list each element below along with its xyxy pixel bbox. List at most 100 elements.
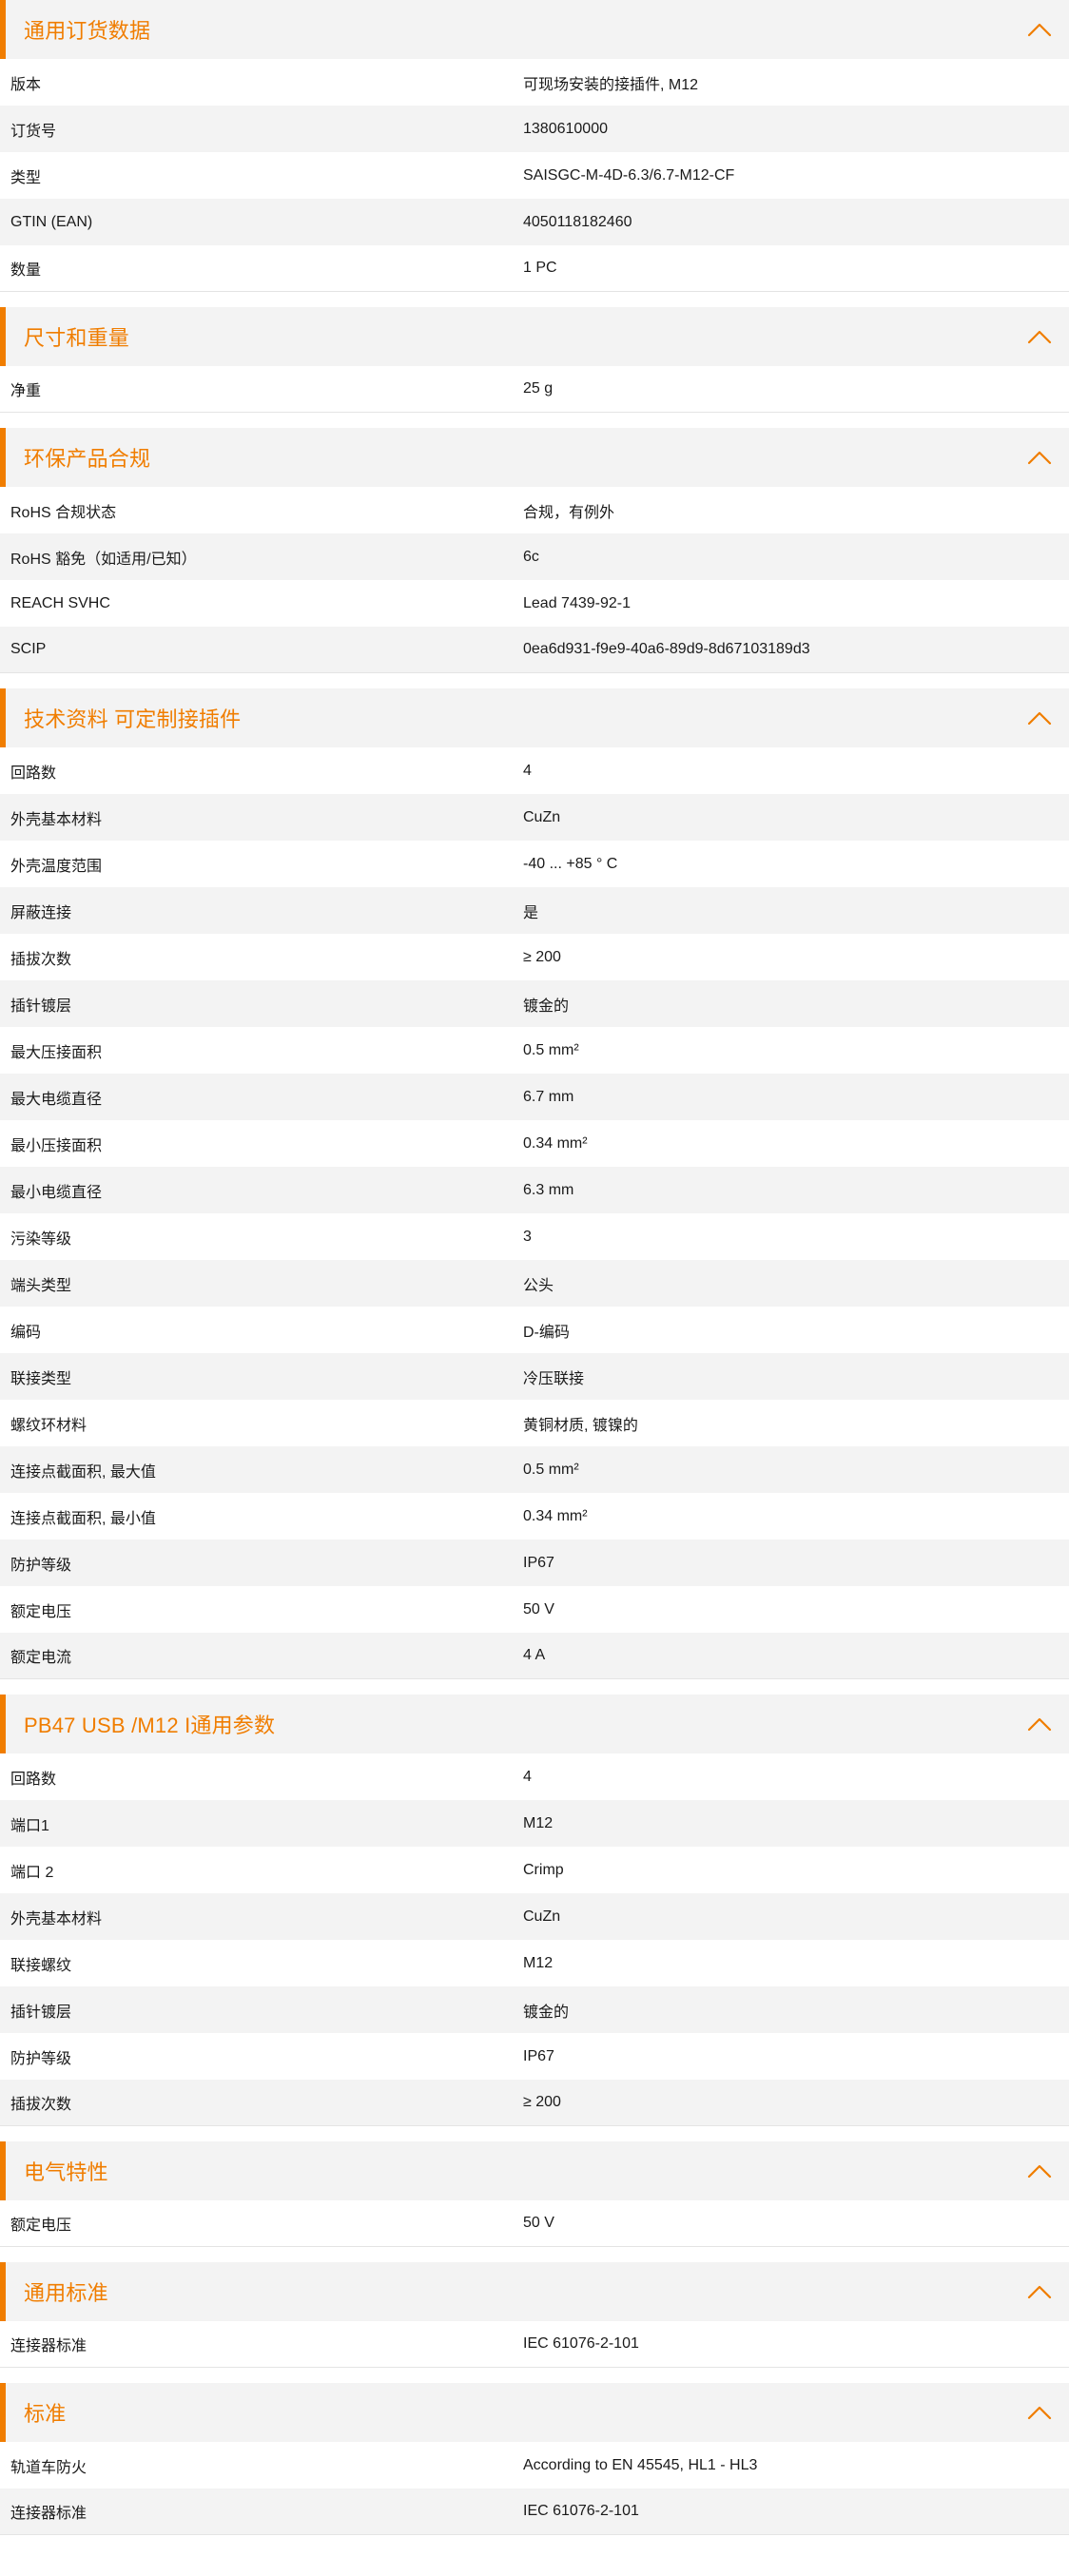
spec-row: 插拔次数 ≥ 200 bbox=[0, 2080, 1069, 2126]
spec-value: 冷压联接 bbox=[523, 1370, 585, 1387]
section-header[interactable]: 通用订货数据 bbox=[0, 0, 1069, 59]
spec-row: 外壳基本材料 CuZn bbox=[0, 794, 1069, 841]
spec-row: 联接螺纹 M12 bbox=[0, 1940, 1069, 1986]
spec-label: 版本 bbox=[10, 76, 42, 93]
spec-value: 公头 bbox=[523, 1277, 554, 1294]
spec-row: 额定电压 50 V bbox=[0, 2200, 1069, 2247]
spec-label: 屏蔽连接 bbox=[10, 904, 72, 921]
section-title: PB47 USB /M12 I通用参数 bbox=[24, 1714, 276, 1737]
chevron-up-icon[interactable] bbox=[1027, 2284, 1052, 2299]
spec-row: 轨道车防火 According to EN 45545, HL1 - HL3 bbox=[0, 2442, 1069, 2489]
spec-label: RoHS 合规状态 bbox=[10, 504, 117, 521]
section-title: 通用标准 bbox=[24, 2281, 108, 2305]
spec-section-5: 电气特性 额定电压 50 V bbox=[0, 2141, 1069, 2247]
spec-label: RoHS 豁免（如适用/已知） bbox=[10, 551, 197, 568]
section-header[interactable]: 尺寸和重量 bbox=[0, 307, 1069, 366]
section-header[interactable]: PB47 USB /M12 I通用参数 bbox=[0, 1695, 1069, 1753]
spec-row: 最大压接面积 0.5 mm² bbox=[0, 1027, 1069, 1074]
spec-label: 外壳温度范围 bbox=[10, 858, 103, 875]
section-body: 轨道车防火 According to EN 45545, HL1 - HL3 连… bbox=[0, 2442, 1069, 2535]
spec-row: 连接点截面积, 最大值 0.5 mm² bbox=[0, 1446, 1069, 1493]
spec-row: 编码 D-编码 bbox=[0, 1307, 1069, 1353]
section-header[interactable]: 环保产品合规 bbox=[0, 428, 1069, 487]
spec-label: 类型 bbox=[10, 169, 42, 186]
section-body: 版本 可现场安装的接插件, M12 订货号 1380610000 类型 SAIS… bbox=[0, 59, 1069, 292]
section-body: 净重 25 g bbox=[0, 366, 1069, 413]
chevron-up-icon[interactable] bbox=[1027, 710, 1052, 726]
chevron-up-icon[interactable] bbox=[1027, 22, 1052, 37]
spec-row: 类型 SAISGC-M-4D-6.3/6.7-M12-CF bbox=[0, 152, 1069, 199]
spec-section-7: 标准 轨道车防火 According to EN 45545, HL1 - HL… bbox=[0, 2383, 1069, 2535]
spec-row: 外壳温度范围 -40 ... +85 ° C bbox=[0, 841, 1069, 887]
spec-value: IEC 61076-2-101 bbox=[523, 2335, 639, 2352]
section-body: 额定电压 50 V bbox=[0, 2200, 1069, 2247]
spec-value: IP67 bbox=[523, 2047, 554, 2064]
spec-row: 额定电流 4 A bbox=[0, 1633, 1069, 1679]
spec-row: 回路数 4 bbox=[0, 747, 1069, 794]
spec-label: 轨道车防火 bbox=[10, 2459, 87, 2476]
spec-row: 订货号 1380610000 bbox=[0, 106, 1069, 152]
spec-value: 1380610000 bbox=[523, 120, 608, 137]
spec-row: 最小压接面积 0.34 mm² bbox=[0, 1120, 1069, 1167]
spec-value: 是 bbox=[523, 904, 539, 921]
spec-label: 额定电流 bbox=[10, 1650, 72, 1666]
spec-accordion: 通用订货数据 版本 可现场安装的接插件, M12 订货号 1380610000 … bbox=[0, 0, 1069, 2535]
spec-row: 净重 25 g bbox=[0, 366, 1069, 413]
spec-value: Crimp bbox=[523, 1861, 564, 1878]
spec-row: 连接点截面积, 最小值 0.34 mm² bbox=[0, 1493, 1069, 1540]
spec-value: M12 bbox=[523, 1954, 554, 1971]
spec-value: 镀金的 bbox=[523, 2004, 570, 2021]
section-header[interactable]: 通用标准 bbox=[0, 2262, 1069, 2321]
spec-row: 防护等级 IP67 bbox=[0, 1540, 1069, 1586]
spec-row: 插针镀层 镀金的 bbox=[0, 980, 1069, 1027]
spec-section-4: PB47 USB /M12 I通用参数 回路数 4 端口1 M12 端口 2 C… bbox=[0, 1695, 1069, 2126]
spec-label: SCIP bbox=[10, 641, 47, 657]
spec-label: 端口 2 bbox=[10, 1864, 54, 1881]
spec-value: SAISGC-M-4D-6.3/6.7-M12-CF bbox=[523, 166, 735, 184]
spec-label: 防护等级 bbox=[10, 1557, 72, 1574]
chevron-up-icon[interactable] bbox=[1027, 1716, 1052, 1732]
chevron-up-icon[interactable] bbox=[1027, 329, 1052, 344]
section-title: 标准 bbox=[24, 2402, 67, 2426]
spec-value: 50 V bbox=[523, 1600, 554, 1617]
section-header[interactable]: 电气特性 bbox=[0, 2141, 1069, 2200]
spec-label: 端口1 bbox=[10, 1817, 49, 1834]
spec-label: 端头类型 bbox=[10, 1277, 72, 1294]
section-title: 技术资料 可定制接插件 bbox=[24, 707, 242, 731]
spec-row: 端头类型 公头 bbox=[0, 1260, 1069, 1307]
spec-label: 编码 bbox=[10, 1324, 42, 1341]
spec-label: 最小电缆直径 bbox=[10, 1184, 103, 1201]
spec-row: RoHS 豁免（如适用/已知） 6c bbox=[0, 533, 1069, 580]
section-body: 回路数 4 外壳基本材料 CuZn 外壳温度范围 -40 ... +85 ° C… bbox=[0, 747, 1069, 1679]
spec-label: 回路数 bbox=[10, 765, 57, 782]
spec-label: 插针镀层 bbox=[10, 2004, 72, 2021]
spec-value: 50 V bbox=[523, 2215, 554, 2231]
section-header[interactable]: 标准 bbox=[0, 2383, 1069, 2442]
section-title: 环保产品合规 bbox=[24, 447, 151, 471]
spec-label: 额定电压 bbox=[10, 1603, 72, 1620]
section-header[interactable]: 技术资料 可定制接插件 bbox=[0, 688, 1069, 747]
chevron-up-icon[interactable] bbox=[1027, 450, 1052, 465]
spec-label: 最大压接面积 bbox=[10, 1044, 103, 1061]
spec-row: 最大电缆直径 6.7 mm bbox=[0, 1074, 1069, 1120]
spec-row: 防护等级 IP67 bbox=[0, 2033, 1069, 2080]
spec-label: 螺纹环材料 bbox=[10, 1417, 87, 1434]
spec-value: 镀金的 bbox=[523, 997, 570, 1015]
spec-value: 6.7 mm bbox=[523, 1088, 574, 1105]
spec-row: 螺纹环材料 黄铜材质, 镀镍的 bbox=[0, 1400, 1069, 1446]
spec-row: 联接类型 冷压联接 bbox=[0, 1353, 1069, 1400]
spec-label: 防护等级 bbox=[10, 2050, 72, 2067]
spec-value: M12 bbox=[523, 1814, 554, 1831]
spec-row: 连接器标准 IEC 61076-2-101 bbox=[0, 2321, 1069, 2368]
chevron-up-icon[interactable] bbox=[1027, 2405, 1052, 2420]
chevron-up-icon[interactable] bbox=[1027, 2163, 1052, 2179]
spec-value: 可现场安装的接插件, M12 bbox=[523, 76, 699, 93]
section-title: 通用订货数据 bbox=[24, 19, 151, 43]
spec-label: 插拔次数 bbox=[10, 951, 72, 968]
spec-value: 黄铜材质, 镀镍的 bbox=[523, 1417, 638, 1434]
spec-label: REACH SVHC bbox=[10, 594, 110, 611]
spec-row: 插针镀层 镀金的 bbox=[0, 1986, 1069, 2033]
spec-value: 0.5 mm² bbox=[523, 1041, 579, 1058]
spec-value: 25 g bbox=[523, 380, 554, 397]
spec-value: 1 PC bbox=[523, 260, 557, 276]
